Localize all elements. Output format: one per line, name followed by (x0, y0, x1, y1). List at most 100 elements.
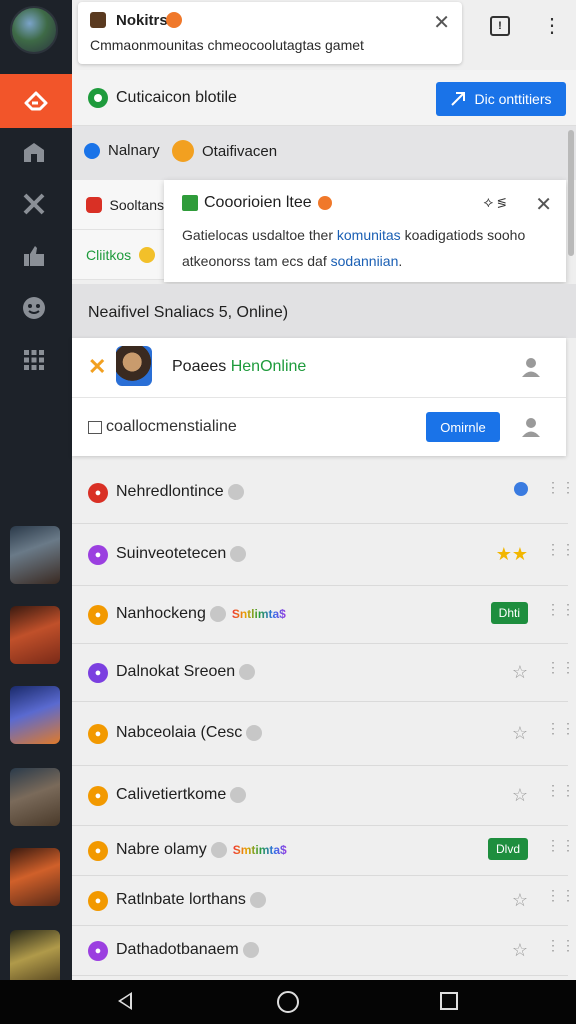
status-icon: ● (88, 841, 108, 861)
drag-handle-icon[interactable]: ⋮⋮ (546, 888, 575, 902)
status-icon: ● (88, 483, 108, 503)
filter-chip-2[interactable]: Otaifivacen (172, 140, 277, 162)
list-item-name: Ratlnbate lorthans (116, 891, 266, 909)
flag-icon (182, 195, 198, 211)
drag-handle-icon[interactable]: ⋮⋮ (546, 660, 575, 674)
close-icon[interactable]: ✕ (433, 10, 450, 35)
list-item[interactable]: ● Nabceolaia (Cesc ☆ ⋮⋮ (72, 702, 575, 766)
list-item[interactable]: ● Nanhockeng Sntlimta$ Dhti ⋮⋮ (72, 586, 575, 644)
popup-link-1[interactable]: komunitas (337, 227, 401, 243)
badge-icon (246, 724, 263, 741)
more-options-icon[interactable]: ⋮ (542, 14, 562, 38)
notification-card[interactable]: Nokitrs Cmmaonmounitas chmeocoolutagtas … (78, 2, 462, 64)
game-thumbnail-5[interactable] (10, 848, 60, 906)
list-item-label: Calivetiertkome (116, 786, 227, 803)
pin-icon[interactable] (514, 482, 528, 501)
list-item-name: Dalnokat Sreoen (116, 663, 256, 681)
list-item-label: Nanhockeng (116, 605, 206, 622)
star-icon[interactable]: ☆ (512, 723, 528, 744)
user-avatar[interactable] (10, 6, 58, 54)
player-avatar[interactable] (116, 346, 152, 386)
drag-handle-icon[interactable]: ⋮⋮ (546, 721, 575, 735)
red-tag-icon (86, 196, 102, 213)
certification-header: Cuticaicon blotile Dic onttitiers (72, 70, 576, 126)
filter-chip-2-label: Otaifivacen (202, 142, 278, 160)
system-nav-bar (0, 980, 576, 1024)
badge-icon (230, 786, 247, 803)
scrollbar[interactable] (568, 130, 574, 256)
drag-handle-icon[interactable]: ⋮⋮ (546, 602, 575, 616)
badge-icon (242, 941, 259, 958)
status-icon: ● (88, 545, 108, 565)
drag-handle-icon[interactable]: ⋮⋮ (546, 838, 575, 852)
crossed-swords-icon[interactable] (20, 190, 48, 218)
list-item-label: Nehredlontince (116, 483, 224, 500)
smile-emoji-icon (139, 246, 156, 263)
list-item[interactable]: ● Nehredlontince ⋮⋮ (72, 462, 575, 524)
recents-icon[interactable] (440, 992, 458, 1010)
online-button[interactable]: Omirnle (426, 412, 500, 442)
person-icon[interactable] (520, 416, 542, 438)
person-icon[interactable] (520, 356, 542, 378)
list-item[interactable]: ● Dalnokat Sreoen ☆ ⋮⋮ (72, 644, 575, 702)
game-thumbnail-1[interactable] (10, 526, 60, 584)
home-icon (24, 91, 48, 111)
emoji-icon[interactable] (20, 294, 48, 322)
popup-body-text: . (398, 253, 403, 269)
list-item-label: Dalnokat Sreoen (116, 663, 236, 680)
drag-handle-icon[interactable]: ⋮⋮ (546, 542, 575, 556)
side-filter-2[interactable]: Cliitkos (72, 230, 164, 280)
notification-title: Nokitrs (116, 12, 168, 29)
online-status: Poaees HenOnline (172, 358, 306, 376)
status-icon: ● (88, 786, 108, 806)
popup-title: Cooorioien ltee (182, 194, 332, 212)
status-pill[interactable]: Dhti (490, 602, 528, 624)
star-icon[interactable]: ☆ (512, 785, 528, 806)
popup-tools[interactable]: ⟡ ≶ (483, 194, 506, 211)
popup-link-2[interactable]: sodanniian (331, 253, 399, 269)
game-thumbnail-3[interactable] (10, 686, 60, 744)
thumbs-up-icon[interactable] (20, 242, 48, 270)
drag-handle-icon[interactable]: ⋮⋮ (546, 480, 575, 494)
list-item-label: Dathadotbanaem (116, 941, 239, 958)
list-item-name: Nanhockeng Sntlimta$ (116, 605, 286, 623)
badge-icon (249, 891, 266, 908)
status-pill-label: Dhti (490, 602, 528, 624)
status-icon: ● (88, 663, 108, 683)
drag-handle-icon[interactable]: ⋮⋮ (546, 783, 575, 797)
filter-chip-1[interactable]: Nalnary (84, 142, 160, 159)
popup-body: Gatielocas usdaltoe ther komunitas koadi… (182, 222, 552, 274)
game-thumbnail-2[interactable] (10, 606, 60, 664)
checkbox-icon[interactable] (88, 420, 102, 434)
side-filter-1[interactable]: Sooltans (72, 180, 164, 230)
home-button[interactable] (0, 74, 72, 128)
info-square-icon[interactable]: ! (490, 16, 510, 36)
stars-icon[interactable]: ★★ (496, 544, 528, 565)
list-item[interactable]: ● Calivetiertkome ☆ ⋮⋮ (72, 766, 575, 826)
close-icon[interactable]: ✕ (535, 192, 552, 217)
section-heading: Neaifivel Snaliacs 5, Online) (88, 304, 289, 321)
badge-icon (210, 841, 227, 858)
star-icon[interactable]: ☆ (512, 890, 528, 911)
close-x-icon[interactable]: ✕ (88, 354, 106, 380)
store-icon[interactable] (20, 138, 48, 166)
home-circle-icon[interactable] (277, 991, 299, 1013)
star-icon[interactable]: ☆ (512, 940, 528, 961)
list-item[interactable]: ● Ratlnbate lorthans ☆ ⋮⋮ (72, 876, 575, 926)
notification-app-icon (90, 12, 106, 28)
list-item[interactable]: ● Nabre olamy Smtimta$ Dlvd ⋮⋮ (72, 826, 575, 876)
arrow-icon (451, 92, 466, 106)
list-item[interactable]: ● Dathadotbanaem ☆ ⋮⋮ (72, 926, 575, 976)
status-icon: ● (88, 891, 108, 911)
list-item-name: Calivetiertkome (116, 786, 247, 804)
drag-handle-icon[interactable]: ⋮⋮ (546, 938, 575, 952)
star-icon[interactable]: ☆ (512, 662, 528, 683)
apps-grid-icon[interactable] (20, 346, 48, 374)
header-action-button[interactable]: Dic onttitiers (436, 82, 566, 116)
list-item[interactable]: ● Suinveotetecen ★★ ⋮⋮ (72, 524, 575, 586)
game-thumbnail-4[interactable] (10, 768, 60, 826)
status-icon: ● (88, 941, 108, 961)
back-icon[interactable] (118, 992, 132, 1010)
status-pill[interactable]: Dlvd (487, 838, 528, 860)
list-item-label: Suinveotetecen (116, 545, 227, 562)
